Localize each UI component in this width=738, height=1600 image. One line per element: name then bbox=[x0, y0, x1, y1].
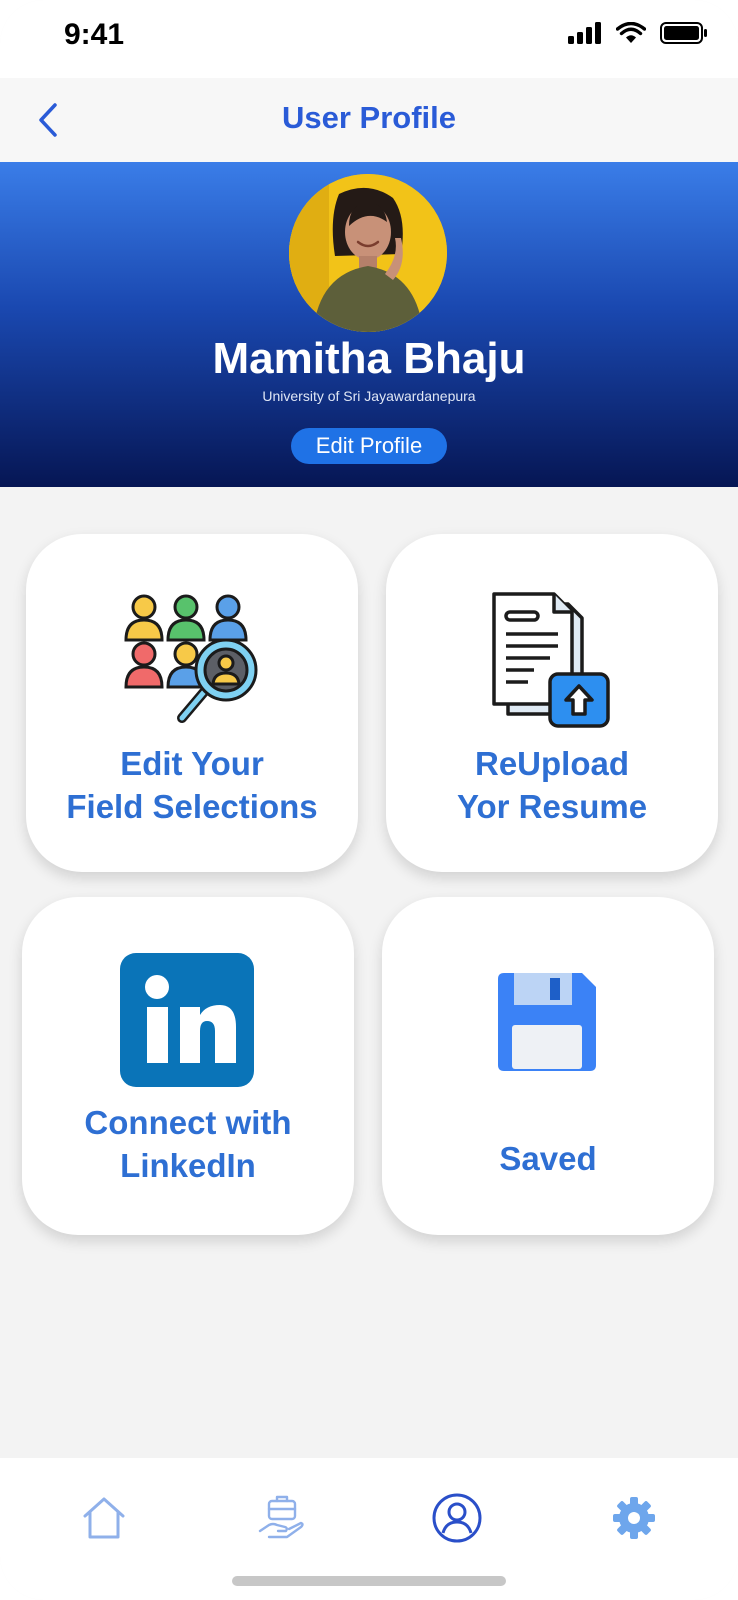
reupload-resume-card[interactable]: ReUpload Yor Resume bbox=[386, 534, 718, 872]
card-label-line1: Edit Your bbox=[120, 745, 264, 782]
connect-linkedin-card[interactable]: Connect with LinkedIn bbox=[22, 897, 354, 1235]
floppy-disk-icon bbox=[498, 973, 596, 1076]
jobs-hand-icon bbox=[258, 1495, 304, 1539]
card-label: Saved bbox=[382, 1137, 714, 1180]
page-title: User Profile bbox=[281, 100, 456, 135]
home-indicator bbox=[232, 1576, 506, 1586]
nav-jobs[interactable] bbox=[254, 1490, 310, 1546]
status-icons bbox=[568, 22, 708, 44]
avatar bbox=[289, 174, 447, 332]
profile-university: University of Sri Jayawardanepura bbox=[262, 388, 476, 404]
card-label-line2: LinkedIn bbox=[120, 1147, 256, 1184]
linkedin-icon bbox=[120, 953, 254, 1092]
nav-profile[interactable] bbox=[429, 1490, 485, 1546]
settings-icon bbox=[613, 1497, 655, 1539]
profile-banner: Mamitha Bhaju University of Sri Jayaward… bbox=[0, 162, 738, 487]
status-bar: 9:41 bbox=[0, 0, 738, 78]
phone-screen: 9:41 User Profile Mamitha Bhaju Universi… bbox=[0, 0, 738, 1600]
card-label-line1: Saved bbox=[499, 1140, 597, 1177]
app-header: User Profile bbox=[0, 78, 738, 162]
nav-settings[interactable] bbox=[606, 1490, 662, 1546]
battery-icon bbox=[660, 22, 707, 44]
card-label: ReUpload Yor Resume bbox=[386, 742, 718, 828]
edit-profile-button[interactable]: Edit Profile bbox=[291, 428, 447, 464]
people-search-icon bbox=[122, 592, 264, 731]
card-label-line1: Connect with bbox=[84, 1104, 292, 1141]
profile-icon bbox=[432, 1493, 482, 1543]
edit-field-selections-card[interactable]: Edit Your Field Selections bbox=[26, 534, 358, 872]
nav-home[interactable] bbox=[76, 1490, 132, 1546]
card-label-line1: ReUpload bbox=[474, 745, 629, 782]
card-label: Connect with LinkedIn bbox=[22, 1101, 354, 1187]
card-label-line2: Yor Resume bbox=[456, 788, 648, 825]
profile-name: Mamitha Bhaju bbox=[212, 334, 526, 383]
card-label-line2: Field Selections bbox=[66, 788, 318, 825]
resume-upload-icon bbox=[490, 590, 614, 735]
avatar-photo bbox=[289, 174, 447, 332]
wifi-icon bbox=[616, 22, 646, 43]
card-label: Edit Your Field Selections bbox=[26, 742, 358, 828]
bottom-navigation bbox=[0, 1458, 738, 1600]
signal-icon bbox=[568, 22, 601, 44]
saved-card[interactable]: Saved bbox=[382, 897, 714, 1235]
status-time: 9:41 bbox=[64, 18, 125, 51]
home-icon bbox=[83, 1497, 125, 1539]
